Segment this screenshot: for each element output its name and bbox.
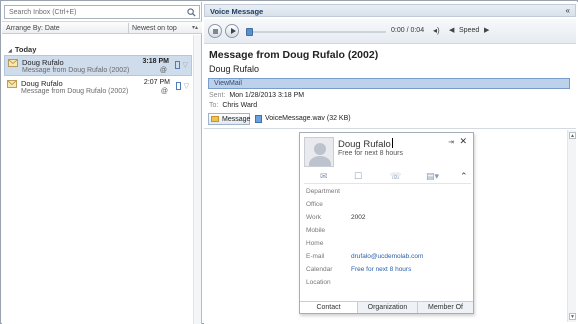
search-input[interactable]: Search Inbox (Ctrl+E) [4, 5, 200, 19]
search-icon[interactable] [187, 8, 196, 17]
arrange-by-label[interactable]: Arrange By: Date [6, 25, 60, 32]
contact-card: Doug Rufalo Free for next 8 hours ⇥ ✕ ✉ … [299, 132, 474, 314]
sort-order-label[interactable]: Newest on top [132, 25, 177, 32]
sent-row: Sent: Mon 1/28/2013 3:18 PM [209, 92, 304, 99]
sent-label: Sent: [209, 92, 226, 99]
field-label: Department [306, 188, 340, 195]
scroll-up-icon[interactable]: ▲ [569, 132, 576, 139]
avatar-head [314, 143, 326, 155]
card-divider [304, 183, 471, 184]
arrange-bar[interactable]: Arrange By: Date Newest on top ▾▴ [2, 21, 202, 34]
attachment-icon: @ [159, 67, 167, 74]
avatar-body [309, 156, 331, 166]
field-label: Office [306, 201, 323, 208]
category-bar: ViewMail [208, 78, 570, 89]
to-row: To: Chris Ward [209, 102, 257, 109]
wav-attachment[interactable]: VoiceMessage.wav (32 KB) [254, 113, 364, 125]
playback-slider[interactable] [246, 28, 386, 36]
reading-scrollbar[interactable]: ▲ ▼ [567, 130, 576, 322]
to-label: To: [209, 102, 219, 109]
more-options-icon[interactable]: ▤▾ [426, 171, 439, 182]
reading-pane-header: Voice Message « [204, 4, 576, 17]
category-box-icon[interactable] [175, 61, 180, 69]
message-time: 3:18 PM [142, 58, 169, 65]
message-sender: Doug Rufalo [21, 79, 63, 88]
voicemail-envelope-icon [8, 59, 18, 67]
im-icon[interactable]: ☐ [354, 171, 362, 182]
speed-up-icon[interactable]: ▶ [484, 26, 489, 34]
playback-time: 0:00 / 0:04 [391, 27, 425, 34]
calendar-link[interactable]: Free for next 8 hours [351, 266, 411, 273]
contact-name-text: Doug Rufalo [338, 139, 391, 150]
field-label: Mobile [306, 227, 326, 234]
envelope-icon [211, 116, 219, 122]
scroll-down-icon[interactable]: ▼ [569, 313, 576, 320]
to-value[interactable]: Chris Ward [222, 102, 257, 109]
field-label: Calendar [306, 266, 333, 273]
pane-title: Voice Message [210, 7, 264, 16]
pin-icon[interactable]: ⇥ [448, 138, 454, 146]
wav-attachment-label: VoiceMessage.wav (32 KB) [265, 115, 351, 122]
message-tab-label: Message [222, 116, 251, 123]
volume-icon[interactable]: ◂) [433, 26, 440, 35]
collapse-icon[interactable]: « [566, 6, 570, 15]
message-sender: Doug Rufalo [22, 58, 64, 67]
sent-value: Mon 1/28/2013 3:18 PM [229, 92, 305, 99]
message-tab-button[interactable]: Message [208, 113, 250, 125]
field-label: Work [306, 214, 322, 221]
outlook-window: Search Inbox (Ctrl+E) Arrange By: Date N… [0, 0, 578, 324]
expand-icon[interactable]: ⌃ [460, 171, 468, 182]
tab-contact[interactable]: Contact [300, 302, 357, 313]
work-phone-value[interactable]: 2002 [351, 214, 365, 221]
collapse-triangle-icon[interactable]: ◢ [8, 48, 12, 54]
search-placeholder: Search Inbox (Ctrl+E) [9, 9, 77, 16]
category-box-icon[interactable] [176, 82, 181, 90]
list-item[interactable]: Doug Rufalo Message from Doug Rufalo (20… [4, 55, 192, 76]
field-label: E-mail [306, 253, 325, 260]
attachment-icon: @ [160, 88, 168, 95]
audio-file-icon [255, 115, 262, 123]
text-cursor [391, 138, 393, 148]
contact-card-tabs: Contact Organization Member Of [300, 301, 473, 313]
voice-player: 0:00 / 0:04 ◂) ◀ Speed ▶ [204, 19, 576, 44]
close-icon[interactable]: ✕ [459, 136, 467, 147]
message-time: 2:07 PM [143, 79, 170, 86]
speed-label: Speed [459, 27, 480, 34]
header-divider [204, 128, 576, 129]
avatar [304, 137, 334, 167]
message-list-pane: Search Inbox (Ctrl+E) Arrange By: Date N… [2, 2, 202, 324]
arrange-divider [128, 23, 129, 34]
contact-actions: ✉ ☐ ☏ ▤▾ ⌃ [304, 169, 471, 183]
email-icon[interactable]: ✉ [320, 171, 328, 182]
voicemail-envelope-icon [7, 80, 17, 88]
speed-down-icon[interactable]: ◀ [449, 26, 454, 34]
field-label: Location [306, 279, 331, 286]
message-title: Message from Doug Rufalo (2002) [209, 49, 379, 61]
field-label: Home [306, 240, 324, 247]
message-sender-name[interactable]: Doug Rufalo [209, 64, 259, 74]
email-link[interactable]: drufalo@ucdemolab.com [351, 253, 423, 260]
category-label: ViewMail [214, 80, 242, 87]
flag-icon[interactable]: ▽ [184, 82, 189, 90]
message-subject: Message from Doug Rufalo (2002) [22, 67, 130, 74]
group-header-today[interactable]: ◢ Today [8, 45, 36, 54]
flag-icon[interactable]: ▽ [183, 61, 188, 69]
reading-pane: Voice Message « 0:00 / 0:04 ◂) ◀ Speed ▶… [204, 2, 578, 324]
stop-button[interactable] [208, 24, 222, 38]
list-item[interactable]: Doug Rufalo Message from Doug Rufalo (20… [4, 77, 192, 98]
contact-name[interactable]: Doug Rufalo [338, 138, 393, 150]
call-icon[interactable]: ☏ [390, 171, 401, 182]
message-subject: Message from Doug Rufalo (2002) [21, 88, 129, 95]
slider-handle[interactable] [246, 28, 253, 36]
play-button[interactable] [225, 24, 239, 38]
list-scrollbar[interactable] [193, 35, 201, 324]
contact-status: Free for next 8 hours [338, 150, 403, 157]
sort-arrow-icon[interactable]: ▾▴ [192, 24, 198, 31]
group-label: Today [14, 45, 37, 54]
tab-member-of[interactable]: Member Of [417, 302, 473, 313]
tab-organization[interactable]: Organization [357, 302, 417, 313]
